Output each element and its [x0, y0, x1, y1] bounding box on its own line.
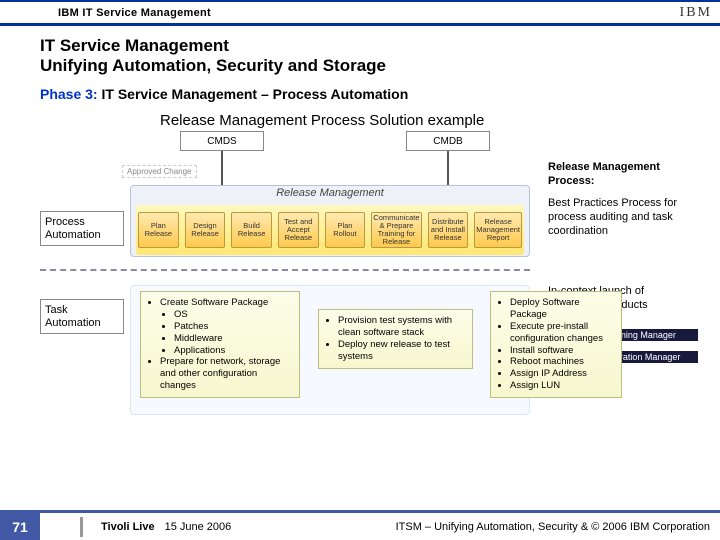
- release-header: Release Management: [134, 187, 526, 199]
- footer-left1: Tivoli Live: [101, 521, 155, 533]
- heading-line2: Unifying Automation, Security and Storag…: [40, 56, 690, 76]
- footer-copyright: © 2006 IBM Corporation: [591, 521, 710, 533]
- step-box: Plan Release: [138, 212, 179, 248]
- process-automation-label: Process Automation: [40, 211, 124, 246]
- example-title: Release Management Process Solution exam…: [160, 112, 690, 129]
- note-provision-test: Provision test systems with clean softwa…: [318, 309, 473, 369]
- top-bar: IBM IT Service Management IBM: [0, 0, 720, 26]
- step-box: Plan Rollout: [325, 212, 366, 248]
- step-box: Design Release: [185, 212, 226, 248]
- phase-line: Phase 3: IT Service Management – Process…: [40, 86, 690, 102]
- note-deploy: Deploy Software Package Execute pre-inst…: [490, 291, 622, 398]
- step-box: Distribute and Install Release: [428, 212, 469, 248]
- release-steps-row: Plan Release Design Release Build Releas…: [136, 205, 524, 255]
- cmdb-box: CMDB: [406, 131, 490, 151]
- diagram: CMDS CMDB Approved Change Release Manage…: [40, 131, 690, 451]
- note-create-package: Create Software Package OS Patches Middl…: [140, 291, 300, 398]
- footer-right: ITSM – Unifying Automation, Security & ©…: [396, 521, 710, 533]
- step-box: Release Management Report: [474, 212, 522, 248]
- phase-prefix: Phase 3:: [40, 86, 98, 102]
- cmds-box: CMDS: [180, 131, 264, 151]
- phase-rest: IT Service Management – Process Automati…: [101, 86, 408, 102]
- right-desc-process: Best Practices Process for process audit…: [548, 197, 698, 238]
- step-box: Communicate & Prepare Training for Relea…: [371, 212, 421, 248]
- step-box: Test and Accept Release: [278, 212, 319, 248]
- approved-change-label: Approved Change: [122, 165, 197, 178]
- divider: [80, 517, 83, 537]
- footer-left: Tivoli Live 15 June 2006: [80, 517, 231, 537]
- dashed-divider: [40, 269, 530, 271]
- page-number: 71: [0, 512, 40, 540]
- right-heading: Release Management Process:: [548, 161, 698, 189]
- footer: 71 Tivoli Live 15 June 2006 ITSM – Unify…: [0, 510, 720, 540]
- footer-left2: 15 June 2006: [165, 521, 232, 533]
- slide-content: IT Service Management Unifying Automatio…: [0, 26, 720, 451]
- topbar-title: IBM IT Service Management: [58, 7, 211, 19]
- task-automation-label: Task Automation: [40, 299, 124, 334]
- step-box: Build Release: [231, 212, 272, 248]
- heading-line1: IT Service Management: [40, 36, 690, 56]
- footer-right-pre: ITSM – Unifying Automation, Security &: [396, 521, 592, 533]
- ibm-logo: IBM: [680, 5, 712, 21]
